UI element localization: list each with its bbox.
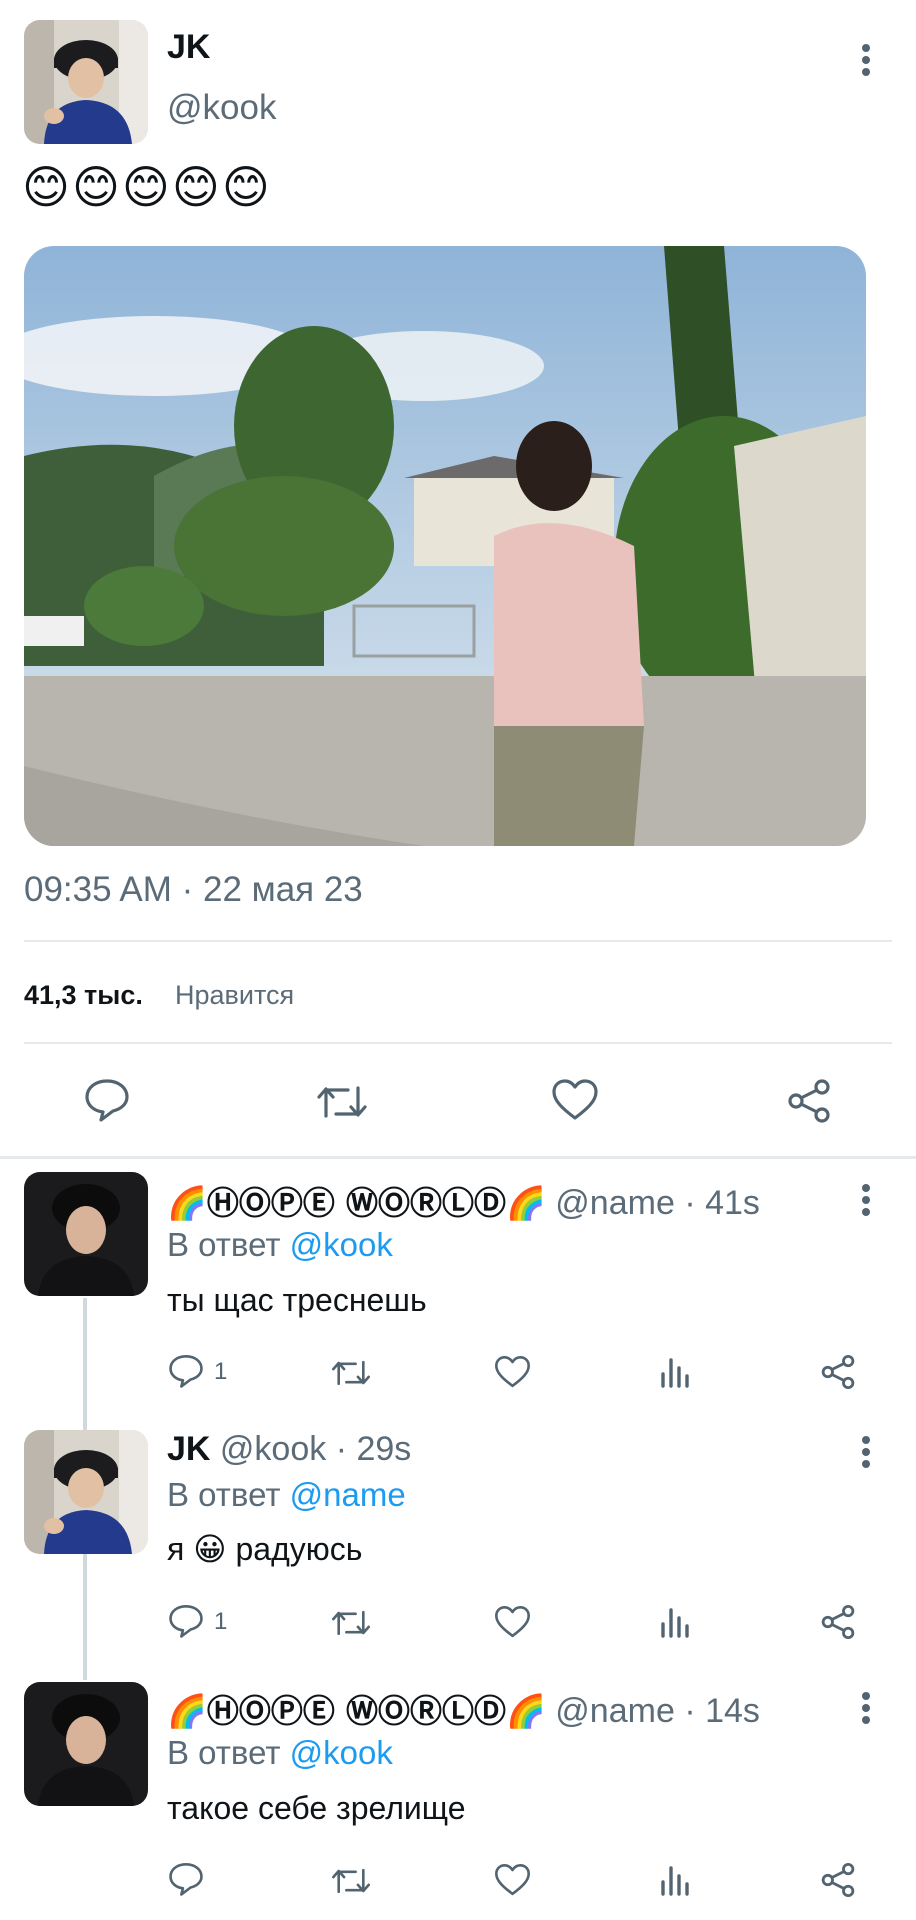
more-vertical-icon[interactable] [856, 1688, 876, 1728]
reply-text: я 😀 радуюсь [167, 1530, 362, 1568]
tweet-timestamp[interactable]: 09:35 AM · 22 мая 23 [24, 870, 363, 910]
divider [24, 940, 892, 942]
thread-connector [83, 1552, 87, 1680]
heart-icon[interactable] [494, 1355, 531, 1389]
avatar-jk-image [24, 20, 148, 144]
likes-label[interactable]: Нравится [175, 980, 294, 1011]
more-vertical-icon[interactable] [856, 1180, 876, 1220]
reply-display-name[interactable]: JK [167, 1430, 210, 1468]
retweet-icon[interactable] [316, 1080, 368, 1124]
retweet-icon[interactable] [331, 1356, 371, 1390]
avatar-hope[interactable] [24, 1682, 148, 1806]
replying-to-label: В ответ [167, 1476, 281, 1513]
reply-text: ты щас треснешь [167, 1282, 427, 1318]
share-icon[interactable] [820, 1862, 856, 1898]
reply-text-start: я [167, 1531, 185, 1567]
replying-to-handle[interactable]: @kook [290, 1734, 393, 1771]
more-vertical-icon[interactable] [856, 40, 876, 80]
reply-time[interactable]: · 41s [684, 1184, 760, 1222]
avatar-jk[interactable] [24, 20, 148, 144]
section-divider [0, 1156, 916, 1159]
avatar-hope-image [24, 1172, 148, 1296]
tweet-body-emoji: 😊😊😊😊😊 [22, 160, 272, 214]
reply-handle[interactable]: @name [555, 1184, 675, 1222]
replying-to: В ответ @kook [167, 1734, 393, 1772]
main-handle[interactable]: @kook [167, 88, 276, 128]
bar-chart-icon[interactable] [660, 1604, 692, 1638]
avatar-jk-image [24, 1430, 148, 1554]
heart-icon[interactable] [494, 1863, 531, 1897]
speech-bubble-icon[interactable] [168, 1862, 204, 1896]
replying-to: В ответ @name [167, 1476, 406, 1514]
avatar-jk[interactable] [24, 1430, 148, 1554]
bar-chart-icon[interactable] [660, 1354, 692, 1388]
retweet-icon[interactable] [331, 1606, 371, 1640]
reply-display-name[interactable]: 🌈ⒽⓄⓅⒺ ⓌⓄⓇⓁⒹ🌈 [167, 1692, 546, 1730]
avatar-hope-image [24, 1682, 148, 1806]
replying-to: В ответ @kook [167, 1226, 393, 1264]
speech-bubble-icon[interactable] [168, 1354, 204, 1388]
reply-count: 1 [214, 1358, 228, 1385]
speech-bubble-icon[interactable] [84, 1078, 130, 1122]
reply-text: такое себе зрелище [167, 1790, 466, 1826]
reply-time[interactable]: · 29s [336, 1430, 412, 1468]
reply-header[interactable]: 🌈ⒽⓄⓅⒺ ⓌⓄⓇⓁⒹ🌈 @name · 41s [167, 1178, 760, 1224]
share-icon[interactable] [786, 1078, 832, 1124]
replying-to-handle[interactable]: @name [290, 1476, 406, 1513]
reply-handle[interactable]: @name [555, 1692, 675, 1730]
bar-chart-icon[interactable] [660, 1862, 692, 1896]
reply-text-end: радуюсь [235, 1531, 363, 1567]
avatar-hope[interactable] [24, 1172, 148, 1296]
reply-handle[interactable]: @kook [220, 1430, 326, 1468]
share-icon[interactable] [820, 1604, 856, 1640]
replying-to-handle[interactable]: @kook [290, 1226, 393, 1263]
main-display-name[interactable]: JK [167, 28, 210, 67]
heart-icon[interactable] [551, 1078, 599, 1122]
reply-header[interactable]: 🌈ⒽⓄⓅⒺ ⓌⓄⓇⓁⒹ🌈 @name · 14s [167, 1686, 760, 1732]
reply-header[interactable]: JK @kook · 29s [167, 1430, 411, 1469]
likes-count[interactable]: 41,3 тыс. [24, 980, 143, 1011]
speech-bubble-icon[interactable] [168, 1604, 204, 1638]
replying-to-label: В ответ [167, 1226, 281, 1263]
heart-icon[interactable] [494, 1605, 531, 1639]
thread-connector [83, 1298, 87, 1430]
media-photo-scene [24, 246, 866, 846]
grinning-face-emoji: 😀 [193, 1530, 227, 1568]
reply-display-name[interactable]: 🌈ⒽⓄⓅⒺ ⓌⓄⓇⓁⒹ🌈 [167, 1184, 546, 1222]
divider [24, 1042, 892, 1044]
share-icon[interactable] [820, 1354, 856, 1390]
reply-count: 1 [214, 1608, 228, 1635]
replying-to-label: В ответ [167, 1734, 281, 1771]
more-vertical-icon[interactable] [856, 1432, 876, 1472]
retweet-icon[interactable] [331, 1864, 371, 1898]
tweet-media-photo[interactable] [24, 246, 866, 846]
reply-time[interactable]: · 14s [684, 1692, 760, 1730]
